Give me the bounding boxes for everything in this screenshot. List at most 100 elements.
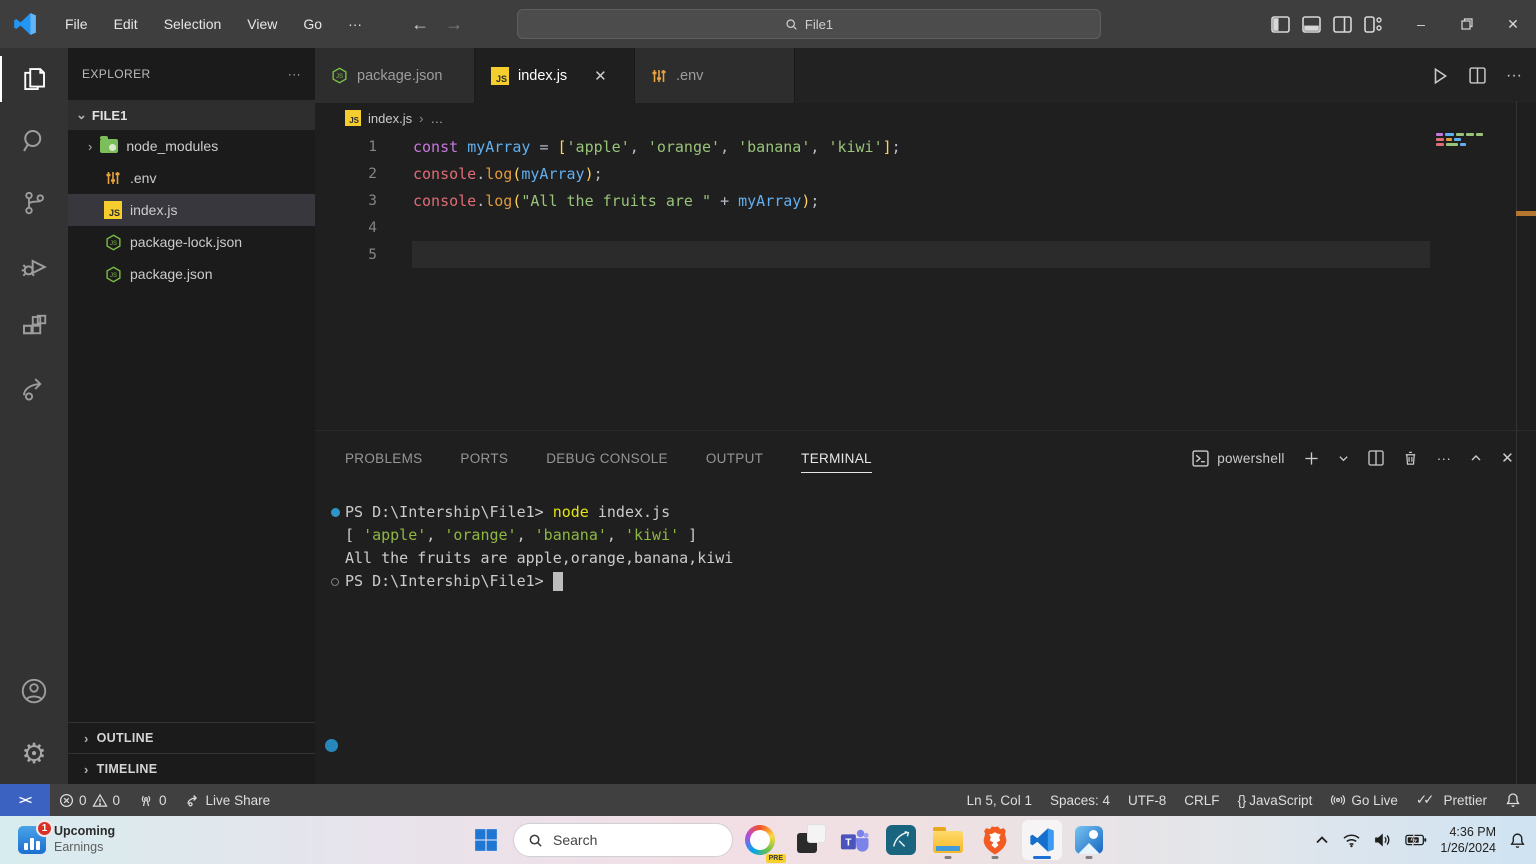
search-view-icon[interactable]: [0, 110, 68, 172]
maximize-panel-chevron-icon[interactable]: [1470, 452, 1482, 464]
problems-status[interactable]: 0 0: [50, 784, 129, 816]
clock[interactable]: 4:36 PM 1/26/2024: [1440, 824, 1496, 857]
tree-item-package-json[interactable]: JS package.json: [68, 258, 315, 290]
command-center-search[interactable]: File1: [517, 9, 1101, 39]
breadcrumb-symbols[interactable]: …: [430, 111, 443, 126]
timeline-section[interactable]: › TIMELINE: [68, 753, 315, 784]
run-file-icon[interactable]: [1431, 67, 1449, 85]
battery-charging-icon[interactable]: [1405, 833, 1427, 847]
toggle-secondary-sidebar-icon[interactable]: [1333, 16, 1352, 33]
code-editor[interactable]: 1 const myArray = ['apple', 'orange', 'b…: [315, 133, 1536, 430]
close-button[interactable]: ✕: [1490, 0, 1536, 48]
toggle-sidebar-icon[interactable]: [1271, 16, 1290, 33]
tray-chevron-up-icon[interactable]: [1315, 835, 1329, 845]
tree-item-index-js[interactable]: JS index.js: [68, 194, 315, 226]
panel-more-actions-icon[interactable]: ···: [1437, 451, 1451, 466]
volume-icon[interactable]: [1374, 832, 1392, 848]
tree-item-env[interactable]: .env: [68, 162, 315, 194]
teams-button[interactable]: T: [834, 820, 874, 860]
file-explorer-button[interactable]: [928, 820, 968, 860]
menu-more[interactable]: ···: [335, 9, 375, 39]
customize-layout-icon[interactable]: [1364, 16, 1384, 33]
toggle-panel-icon[interactable]: [1302, 16, 1321, 33]
editor-more-actions-icon[interactable]: ···: [1506, 67, 1522, 85]
tab-package-json[interactable]: JS package.json: [315, 48, 475, 103]
back-arrow-icon[interactable]: ←: [411, 14, 429, 35]
wifi-icon[interactable]: [1342, 833, 1361, 848]
search-icon: [528, 833, 543, 848]
menu-edit[interactable]: Edit: [101, 9, 151, 39]
notifications-bell[interactable]: [1496, 784, 1530, 816]
explorer-more-icon[interactable]: ···: [288, 67, 301, 81]
restore-button[interactable]: [1444, 0, 1490, 48]
terminal-prompt-line[interactable]: PS D:\Intership\File1>: [325, 570, 1536, 593]
tab-output[interactable]: OUTPUT: [706, 431, 763, 485]
new-terminal-icon[interactable]: [1304, 451, 1319, 466]
tab-terminal[interactable]: TERMINAL: [801, 431, 872, 485]
indentation[interactable]: Spaces: 4: [1041, 784, 1119, 816]
live-share-status[interactable]: Live Share: [176, 784, 280, 816]
js-file-icon: JS: [345, 110, 361, 126]
remote-indicator[interactable]: ><: [0, 784, 50, 816]
menu-selection[interactable]: Selection: [151, 9, 235, 39]
tree-item-package-lock[interactable]: JS package-lock.json: [68, 226, 315, 258]
tab-ports[interactable]: PORTS: [460, 431, 508, 485]
tab-debug-console[interactable]: DEBUG CONSOLE: [546, 431, 668, 485]
breadcrumb-file[interactable]: index.js: [368, 111, 412, 126]
split-terminal-icon[interactable]: [1368, 450, 1384, 466]
forward-arrow-icon[interactable]: →: [445, 14, 463, 35]
tab-env[interactable]: .env: [635, 48, 795, 103]
workspace-root[interactable]: ⌄ FILE1: [68, 100, 315, 130]
cursor-position[interactable]: Ln 5, Col 1: [958, 784, 1041, 816]
tree-item-node-modules[interactable]: › node_modules: [68, 130, 315, 162]
account-icon[interactable]: [0, 660, 68, 722]
taskbar-search[interactable]: Search: [513, 823, 733, 857]
menu-view[interactable]: View: [234, 9, 290, 39]
mysql-workbench-button[interactable]: [881, 820, 921, 860]
prompt-dot: [331, 578, 339, 586]
encoding[interactable]: UTF-8: [1119, 784, 1175, 816]
terminal-output[interactable]: PS D:\Intership\File1> node index.js [ '…: [315, 485, 1536, 784]
source-control-icon[interactable]: [0, 172, 68, 234]
settings-gear-icon[interactable]: ⚙: [0, 722, 68, 784]
copilot-button[interactable]: PRE: [740, 820, 780, 860]
notification-bell-icon[interactable]: [1509, 832, 1526, 849]
ports-status[interactable]: 0: [129, 784, 176, 816]
close-tab-icon[interactable]: ✕: [594, 67, 607, 85]
launch-profile-chevron-icon[interactable]: [1338, 453, 1349, 464]
tab-label: index.js: [518, 68, 567, 84]
widget-line1: Upcoming: [54, 824, 115, 840]
extensions-icon[interactable]: [0, 296, 68, 358]
menu-file[interactable]: File: [52, 9, 101, 39]
brave-button[interactable]: [975, 820, 1015, 860]
widgets-button[interactable]: 1 Upcoming Earnings: [18, 824, 115, 855]
minimap[interactable]: [1436, 133, 1492, 148]
photos-button[interactable]: [1069, 820, 1109, 860]
tab-problems[interactable]: PROBLEMS: [345, 431, 422, 485]
windows-taskbar: 1 Upcoming Earnings Search PRE: [0, 816, 1536, 864]
menu-go[interactable]: Go: [290, 9, 335, 39]
language-mode[interactable]: { } JavaScript: [1229, 784, 1322, 816]
live-share-icon[interactable]: [0, 358, 68, 420]
start-button[interactable]: [466, 820, 506, 860]
prettier-status[interactable]: ✓✓ Prettier: [1407, 784, 1496, 816]
go-live-button[interactable]: Go Live: [1321, 784, 1407, 816]
vscode-taskbar-button[interactable]: [1022, 820, 1062, 860]
running-indicator: [1086, 856, 1093, 859]
chevron-right-icon: ›: [84, 762, 89, 777]
eol-sequence[interactable]: CRLF: [1175, 784, 1228, 816]
explorer-icon[interactable]: [0, 48, 68, 110]
powershell-icon: [1192, 450, 1209, 467]
contrast-app-button[interactable]: [787, 820, 827, 860]
pre-badge: PRE: [766, 854, 786, 863]
kill-terminal-trash-icon[interactable]: [1403, 450, 1418, 466]
breadcrumb[interactable]: JS index.js › …: [315, 103, 1536, 133]
close-panel-icon[interactable]: ✕: [1501, 449, 1514, 467]
file-explorer-icon: [933, 831, 963, 853]
minimize-button[interactable]: –: [1398, 0, 1444, 48]
run-debug-icon[interactable]: [0, 234, 68, 296]
tab-index-js[interactable]: JS index.js ✕: [475, 48, 635, 103]
split-editor-icon[interactable]: [1469, 67, 1486, 84]
terminal-profile[interactable]: powershell: [1192, 450, 1285, 467]
outline-section[interactable]: › OUTLINE: [68, 722, 315, 753]
